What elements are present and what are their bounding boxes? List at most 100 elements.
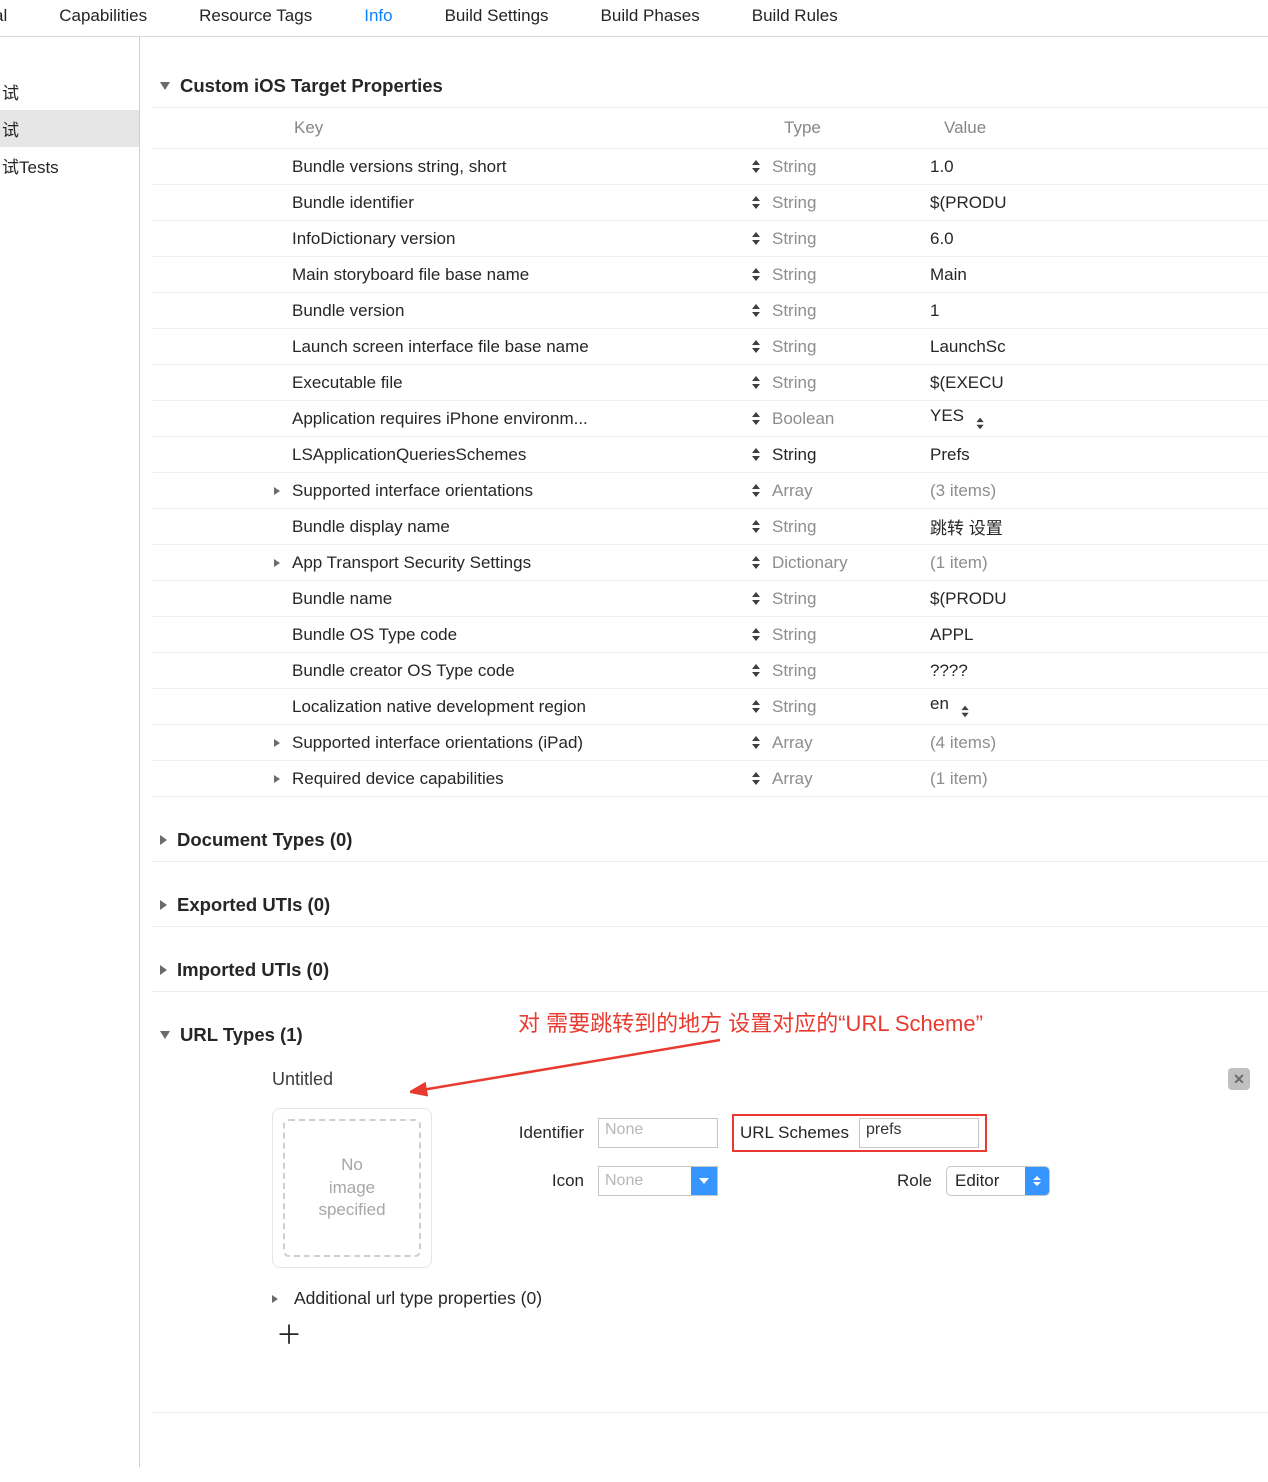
plist-row[interactable]: Bundle identifierString$(PRODU [152, 184, 1268, 220]
tab-resource-tags[interactable]: Resource Tags [199, 6, 312, 26]
plist-type: String [772, 193, 930, 213]
key-stepper[interactable] [750, 267, 764, 283]
key-stepper[interactable] [750, 411, 764, 427]
plist-value: $(PRODU [930, 589, 1007, 609]
key-stepper[interactable] [750, 195, 764, 211]
plist-key: Launch screen interface file base name [292, 337, 589, 357]
role-value: Editor [947, 1171, 1025, 1191]
plist-value: LaunchSc [930, 337, 1006, 357]
key-stepper[interactable] [750, 339, 764, 355]
chevron-down-icon [160, 1031, 170, 1039]
key-stepper[interactable] [750, 303, 764, 319]
additional-properties[interactable]: Additional url type properties (0) [272, 1268, 1268, 1309]
section-custom-properties[interactable]: Custom iOS Target Properties [152, 67, 1268, 108]
plist-row[interactable]: Main storyboard file base nameStringMain [152, 256, 1268, 292]
url-schemes-input[interactable]: prefs [859, 1118, 979, 1148]
value-stepper[interactable] [960, 704, 973, 718]
icon-combobox[interactable]: None [598, 1166, 718, 1196]
plist-row[interactable]: LSApplicationQueriesSchemesStringPrefs [152, 436, 1268, 472]
key-stepper[interactable] [750, 699, 764, 715]
chevron-right-icon [160, 965, 167, 975]
plist-row[interactable]: Bundle versionString1 [152, 292, 1268, 328]
plist-type: Array [772, 733, 930, 753]
plist-type: String [772, 265, 930, 285]
section-document-types[interactable]: Document Types (0) [152, 821, 1268, 862]
key-stepper[interactable] [750, 627, 764, 643]
key-stepper[interactable] [750, 159, 764, 175]
key-stepper[interactable] [750, 555, 764, 571]
plist-type: String [772, 157, 930, 177]
role-popup[interactable]: Editor [946, 1166, 1050, 1196]
column-value: Value [944, 118, 986, 138]
identifier-input[interactable]: None [598, 1118, 718, 1148]
delete-button[interactable]: ✕ [1228, 1068, 1250, 1090]
column-key: Key [294, 118, 784, 138]
plist-value: Prefs [930, 445, 970, 465]
plist-value: (1 item) [930, 769, 988, 789]
plist-type: String [772, 517, 930, 537]
plist-row[interactable]: Bundle nameString$(PRODU [152, 580, 1268, 616]
target-item[interactable]: 试 [0, 110, 139, 147]
icon-image-well[interactable]: No image specified [272, 1108, 432, 1268]
plist-key: Required device capabilities [292, 769, 504, 789]
chevron-right-icon [274, 775, 280, 783]
plist-row[interactable]: Bundle creator OS Type code String???? [152, 652, 1268, 688]
key-stepper[interactable] [750, 519, 764, 535]
plist-key: Bundle creator OS Type code [292, 661, 515, 681]
plist-row[interactable]: Launch screen interface file base nameSt… [152, 328, 1268, 364]
plist-row[interactable]: Bundle display nameString跳转 设置 [152, 508, 1268, 544]
plist-type: String [772, 661, 930, 681]
annotation-text: 对 需要跳转到的地方 设置对应的“URL Scheme” [518, 1006, 983, 1038]
plist-key: Supported interface orientations (iPad) [292, 733, 583, 753]
plist-type: String [772, 697, 930, 717]
plist-row[interactable]: Executable fileString$(EXECU [152, 364, 1268, 400]
plist-key: Executable file [292, 373, 403, 393]
section-exported-utis[interactable]: Exported UTIs (0) [152, 886, 1268, 927]
plist-row[interactable]: Bundle OS Type codeStringAPPL [152, 616, 1268, 652]
plist-value: $(EXECU [930, 373, 1004, 393]
key-stepper[interactable] [750, 231, 764, 247]
chevron-right-icon [160, 900, 167, 910]
target-item[interactable]: 试 [0, 73, 139, 110]
tab-build-phases[interactable]: Build Phases [601, 6, 700, 26]
plist-key: Supported interface orientations [292, 481, 533, 501]
dropdown-button[interactable] [691, 1167, 717, 1195]
key-stepper[interactable] [750, 663, 764, 679]
key-stepper[interactable] [750, 447, 764, 463]
plist-row[interactable]: InfoDictionary versionString6.0 [152, 220, 1268, 256]
plist-row[interactable]: Supported interface orientationsArray(3 … [152, 472, 1268, 508]
plist-value: ???? [930, 661, 968, 681]
value-stepper[interactable] [975, 416, 988, 430]
tab-build-settings[interactable]: Build Settings [445, 6, 549, 26]
key-stepper[interactable] [750, 483, 764, 499]
plist-row[interactable]: Bundle versions string, shortString1.0 [152, 148, 1268, 184]
chevron-right-icon [274, 739, 280, 747]
section-title: URL Types (1) [180, 1024, 303, 1046]
chevron-right-icon [160, 835, 167, 845]
plist-type: String [772, 589, 930, 609]
tab-general[interactable]: al [0, 6, 7, 26]
popup-button[interactable] [1025, 1167, 1049, 1195]
plist-row[interactable]: Application requires iPhone environm...B… [152, 400, 1268, 436]
target-item[interactable]: 试Tests [0, 147, 139, 184]
section-title: Custom iOS Target Properties [180, 75, 443, 97]
plist-row[interactable]: Supported interface orientations (iPad) A… [152, 724, 1268, 760]
tab-build-rules[interactable]: Build Rules [752, 6, 838, 26]
chevron-right-icon [274, 487, 280, 495]
tab-bar: al Capabilities Resource Tags Info Build… [0, 0, 1268, 37]
key-stepper[interactable] [750, 735, 764, 751]
plist-key: Main storyboard file base name [292, 265, 529, 285]
tab-info[interactable]: Info [364, 6, 392, 26]
plist-type: String [772, 445, 930, 465]
key-stepper[interactable] [750, 771, 764, 787]
section-imported-utis[interactable]: Imported UTIs (0) [152, 951, 1268, 992]
plist-row[interactable]: Localization native development regionSt… [152, 688, 1268, 724]
plist-row[interactable]: Required device capabilitiesArray(1 item… [152, 760, 1268, 796]
tab-capabilities[interactable]: Capabilities [59, 6, 147, 26]
plist-type: String [772, 301, 930, 321]
key-stepper[interactable] [750, 591, 764, 607]
plist-row[interactable]: App Transport Security SettingsDictionar… [152, 544, 1268, 580]
key-stepper[interactable] [750, 375, 764, 391]
url-type-title: Untitled [272, 1069, 333, 1090]
add-button[interactable]: ＋ [272, 1309, 1268, 1352]
